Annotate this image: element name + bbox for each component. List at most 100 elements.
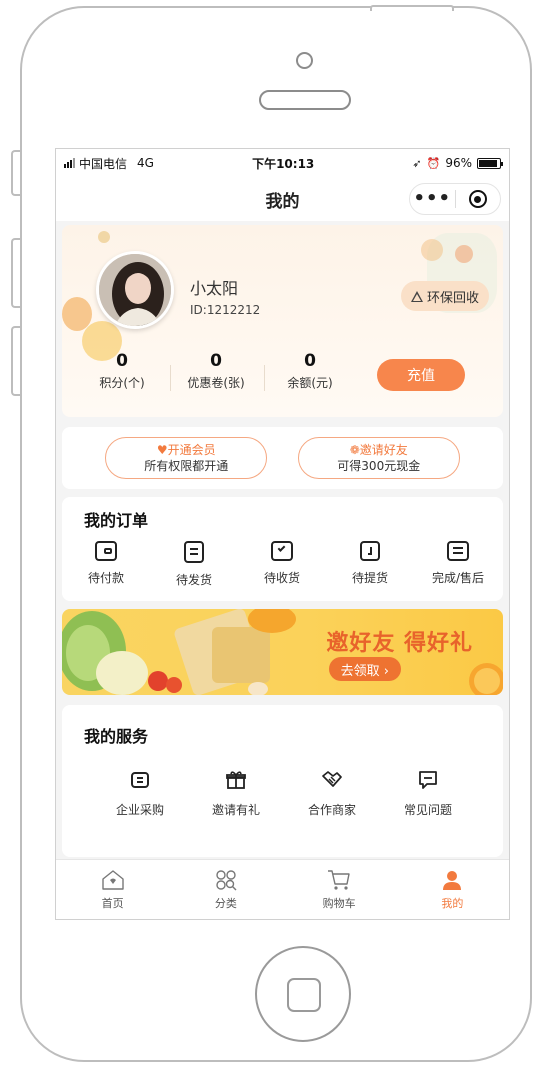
tab-category[interactable]: 分类 bbox=[169, 860, 282, 919]
handshake-icon bbox=[284, 769, 380, 791]
order-pending-pickup[interactable]: 待提货 bbox=[326, 541, 414, 588]
service-enterprise-purchase[interactable]: 企业采购 bbox=[92, 769, 188, 818]
service-label: 邀请有礼 bbox=[211, 803, 260, 817]
status-bar: 中国电信 4G 下午10:13 ➶ ⏰ 96% bbox=[56, 149, 509, 177]
my-services-section: 我的服务 企业采购 邀请有礼 合作商家 常见问题 bbox=[62, 705, 503, 857]
order-label: 完成/售后 bbox=[431, 571, 485, 585]
tab-label: 购物车 bbox=[322, 897, 356, 910]
cart-icon bbox=[327, 868, 351, 892]
tab-cart[interactable]: 购物车 bbox=[283, 860, 396, 919]
fruit-decoration bbox=[98, 231, 110, 243]
order-label: 待发货 bbox=[175, 573, 212, 587]
fruit-decoration bbox=[455, 245, 473, 263]
eco-recycle-label: 环保回收 bbox=[426, 290, 479, 306]
promo-card: ♥开通会员 所有权限都开通 ❁邀请好友 可得300元现金 bbox=[62, 427, 503, 489]
recycle-triangle-icon bbox=[410, 290, 423, 302]
purchase-icon bbox=[92, 769, 188, 791]
order-pending-payment[interactable]: 待付款 bbox=[62, 541, 150, 588]
promo-subtitle: 可得300元现金 bbox=[337, 459, 421, 473]
tab-label: 分类 bbox=[214, 897, 237, 910]
alarm-icon: ⏰ bbox=[426, 156, 441, 170]
tab-mine[interactable]: 我的 bbox=[396, 860, 509, 919]
order-label: 待付款 bbox=[87, 571, 124, 585]
tab-label: 首页 bbox=[101, 897, 124, 910]
battery-icon bbox=[477, 157, 503, 169]
location-icon: ➶ bbox=[412, 156, 422, 170]
status-time: 下午10:13 bbox=[252, 156, 315, 171]
stat-value: 0 bbox=[304, 351, 316, 371]
order-pending-receipt[interactable]: 待收货 bbox=[238, 541, 326, 588]
user-id: ID:1212212 bbox=[190, 303, 261, 317]
eco-recycle-button[interactable]: 环保回收 bbox=[400, 281, 489, 311]
home-icon bbox=[101, 868, 125, 892]
user-icon bbox=[441, 868, 463, 892]
bottom-tab-bar: 首页 分类 购物车 我的 bbox=[56, 859, 509, 919]
power-button bbox=[370, 5, 454, 11]
recharge-button[interactable]: 充值 bbox=[377, 359, 465, 391]
earpiece-speaker bbox=[259, 90, 351, 110]
stat-label: 积分(个) bbox=[99, 376, 145, 390]
stat-coupons[interactable]: 0 优惠卷(张) bbox=[178, 351, 254, 391]
network-type: 4G bbox=[137, 156, 154, 170]
order-label: 待收货 bbox=[263, 571, 300, 585]
service-invite-gift[interactable]: 邀请有礼 bbox=[188, 769, 284, 818]
service-label: 企业采购 bbox=[115, 803, 164, 817]
after-sale-icon bbox=[447, 541, 469, 561]
category-icon bbox=[215, 868, 237, 892]
promo-title: ♥开通会员 bbox=[156, 443, 216, 457]
service-label: 合作商家 bbox=[307, 803, 356, 817]
stat-label: 余额(元) bbox=[287, 376, 333, 390]
promo-title: ❁邀请好友 bbox=[349, 443, 408, 457]
fruit-decoration bbox=[62, 297, 92, 331]
home-button[interactable] bbox=[255, 946, 351, 1042]
section-title: 我的服务 bbox=[84, 727, 149, 746]
claim-reward-button[interactable]: 去领取 › bbox=[328, 657, 401, 681]
open-membership-button[interactable]: ♥开通会员 所有权限都开通 bbox=[105, 437, 268, 479]
invite-friends-button[interactable]: ❁邀请好友 可得300元现金 bbox=[297, 437, 460, 479]
promo-subtitle: 所有权限都开通 bbox=[144, 459, 229, 473]
stat-value: 0 bbox=[210, 351, 222, 371]
order-label: 待提货 bbox=[351, 571, 388, 585]
order-completed-aftersale[interactable]: 完成/售后 bbox=[414, 541, 502, 588]
page-content: 小太阳 ID:1212212 环保回收 0 积分(个) 0 优惠卷(张) 0 余… bbox=[56, 221, 509, 857]
avatar[interactable] bbox=[96, 251, 174, 329]
page-title: 我的 bbox=[265, 191, 300, 212]
app-screen: 中国电信 4G 下午10:13 ➶ ⏰ 96% 我的 ••• 小太阳 ID:12… bbox=[55, 148, 510, 920]
stat-value: 0 bbox=[116, 351, 128, 371]
stat-points[interactable]: 0 积分(个) bbox=[84, 351, 160, 391]
service-partner-merchants[interactable]: 合作商家 bbox=[284, 769, 380, 818]
close-miniprogram-button[interactable] bbox=[456, 190, 501, 208]
stat-label: 优惠卷(张) bbox=[187, 376, 245, 390]
list-icon bbox=[184, 541, 204, 563]
carrier-name: 中国电信 bbox=[79, 156, 128, 171]
mute-switch bbox=[11, 150, 20, 196]
stat-balance[interactable]: 0 余额(元) bbox=[272, 351, 348, 391]
battery-percent: 96% bbox=[445, 156, 472, 170]
volume-down-button bbox=[11, 326, 20, 396]
service-label: 常见问题 bbox=[403, 803, 452, 817]
service-row: 企业采购 邀请有礼 合作商家 常见问题 bbox=[92, 769, 503, 818]
service-faq[interactable]: 常见问题 bbox=[380, 769, 476, 818]
more-menu-icon[interactable]: ••• bbox=[410, 184, 455, 214]
gift-icon bbox=[188, 769, 284, 791]
divider bbox=[264, 365, 265, 391]
avatar-photo bbox=[99, 254, 171, 326]
tab-home[interactable]: 首页 bbox=[56, 860, 169, 919]
section-title: 我的订单 bbox=[84, 511, 149, 530]
profile-card: 小太阳 ID:1212212 环保回收 0 积分(个) 0 优惠卷(张) 0 余… bbox=[62, 225, 503, 417]
banner-title: 邀好友 得好礼 bbox=[326, 631, 473, 656]
receive-box-icon bbox=[271, 541, 293, 561]
order-pending-shipment[interactable]: 待发货 bbox=[150, 541, 238, 588]
user-stats: 0 积分(个) 0 优惠卷(张) 0 余额(元) bbox=[84, 351, 348, 391]
faq-icon bbox=[380, 769, 476, 791]
user-name: 小太阳 bbox=[190, 279, 239, 298]
target-icon bbox=[468, 190, 487, 208]
tab-label: 我的 bbox=[441, 897, 464, 910]
divider bbox=[170, 365, 171, 391]
order-status-row: 待付款 待发货 待收货 待提货 完成/售后 bbox=[62, 541, 503, 588]
my-orders-section: 我的订单 待付款 待发货 待收货 待提货 完成/售后 bbox=[62, 497, 503, 601]
invite-friends-banner[interactable]: 邀好友 得好礼 去领取 › bbox=[62, 609, 503, 695]
signal-icon bbox=[64, 158, 75, 168]
miniprogram-capsule: ••• bbox=[409, 183, 501, 215]
nav-bar: 我的 ••• bbox=[56, 177, 509, 221]
